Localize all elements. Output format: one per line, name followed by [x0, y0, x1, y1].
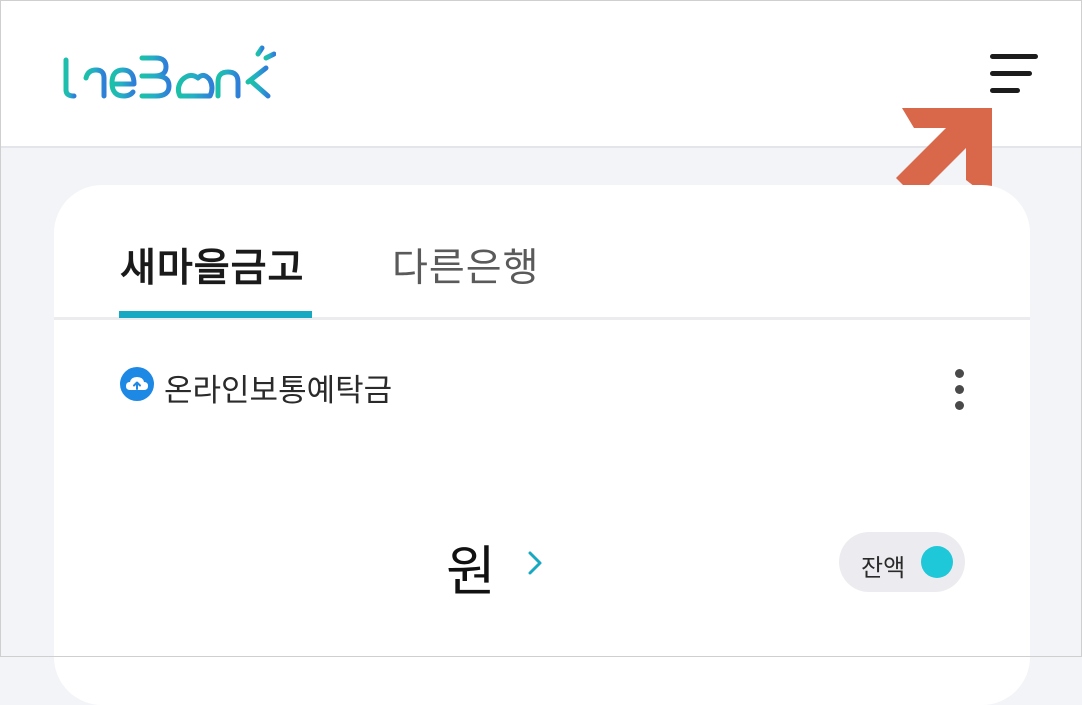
cloud-upload-icon [120, 367, 154, 401]
logo-text: theBank [44, 44, 49, 45]
account-amount: 원 [446, 540, 496, 603]
balance-toggle-label: 잔액 [861, 554, 906, 582]
active-tab-indicator [119, 311, 312, 318]
bank-tabs: 새마을금고 다른은행 [54, 185, 1030, 320]
toggle-knob [921, 546, 953, 578]
chevron-right-icon[interactable] [524, 547, 546, 579]
balance-toggle[interactable]: 잔액 [839, 532, 965, 592]
more-options-icon[interactable] [947, 367, 973, 413]
hamburger-menu-icon[interactable] [984, 48, 1044, 100]
tab-other-banks[interactable]: 다른은행 [392, 237, 540, 293]
tab-saemaeul[interactable]: 새마을금고 [120, 237, 304, 293]
account-name: 온라인보통예탁금 [164, 373, 393, 409]
thebank-logo[interactable]: theBank [44, 44, 276, 106]
account-card: 새마을금고 다른은행 온라인보통예탁금 원 잔액 [54, 185, 1030, 705]
account-row: 온라인보통예탁금 [118, 365, 978, 409]
